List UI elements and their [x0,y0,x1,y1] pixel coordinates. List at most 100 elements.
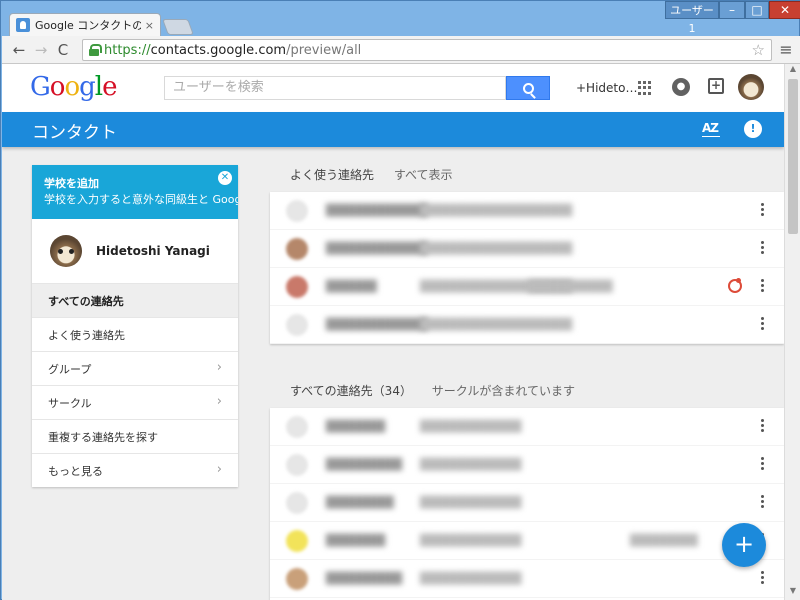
chevron-right-icon: › [216,394,222,409]
list-item[interactable]: ███████ ████████████ [270,408,784,446]
redacted-name: ██████ [326,280,377,293]
logo-letter: e [102,72,117,102]
notifications-icon[interactable]: ● [672,78,690,96]
url-path: /preview/all [286,42,362,58]
close-window-button[interactable]: ✕ [769,1,800,19]
redacted-email: ████████████ [420,572,522,585]
sidebar-item-find-duplicates[interactable]: 重複する連絡先を探す [32,419,238,453]
more-vert-icon[interactable] [756,495,768,511]
sort-az-icon[interactable]: AZ [702,121,720,137]
browser-menu-icon[interactable]: ≡ [776,39,796,61]
scroll-up-icon[interactable]: ▲ [785,64,800,78]
add-contact-button[interactable]: + [722,523,766,567]
add-school-promo[interactable]: 学校を追加 学校を入力すると意外な同級生と Google+ で会えるかも ✕ [32,165,238,219]
sidebar-item-frequent[interactable]: よく使う連絡先 [32,317,238,351]
scroll-down-icon[interactable]: ▼ [785,586,800,600]
frequent-contacts-card: ████████████ ██████████████████ ████████… [270,192,784,344]
maximize-button[interactable]: □ [745,1,769,19]
address-bar[interactable]: https:// contacts.google.com /preview/al… [82,39,772,61]
sidebar-item-groups[interactable]: グループ › [32,351,238,385]
gplus-user-link[interactable]: +Hideto… [576,81,637,95]
more-vert-icon[interactable] [756,457,768,473]
circles-icon[interactable] [728,278,742,293]
google-bar: Google ユーザーを検索 +Hideto… ● + [2,64,784,112]
promo-text: 学校を入力すると意外な同級生と Google+ で会えるかも [44,193,238,206]
list-item[interactable]: ███████ ████████████ ████████ [270,522,784,560]
contact-avatar [286,530,308,552]
redacted-phone: ████████ [630,534,698,547]
show-all-link[interactable]: すべて表示 [394,168,453,182]
promo-title: 学校を追加 [44,177,99,190]
url-host: contacts.google.com [150,42,287,58]
sidebar-item-label: すべての連絡先 [48,294,124,308]
avatar [50,235,82,267]
sidebar: 学校を追加 学校を入力すると意外な同級生と Google+ で会えるかも ✕ H… [32,165,238,487]
search-button[interactable] [506,76,550,100]
sidebar-item-label: よく使う連絡先 [48,328,125,342]
redacted-email: ██████████████████ [420,318,573,331]
browser-tab[interactable]: Google コンタクトのプレビュー × [9,13,161,36]
logo-letter: g [79,72,96,102]
sidebar-item-label: もっと見る [48,464,103,478]
sidebar-item-more[interactable]: もっと見る › [32,453,238,487]
contact-avatar [286,238,308,260]
chevron-right-icon: › [216,360,222,375]
redacted-email: ████████████ [420,420,522,433]
redacted-name: ████████████ [326,318,428,331]
list-item[interactable]: ████████████ ██████████████████ [270,306,784,344]
sidebar-item-circles[interactable]: サークル › [32,385,238,419]
back-icon[interactable]: ← [8,39,30,61]
apps-grid-icon[interactable] [638,81,652,95]
scroll-thumb[interactable] [788,79,798,234]
search-input[interactable]: ユーザーを検索 [164,76,506,100]
google-logo[interactable]: Google [30,72,117,102]
page-content: Google ユーザーを検索 +Hideto… ● + コンタクト AZ ! 学… [2,64,784,600]
profile-user-badge[interactable]: ユーザー 1 [665,1,719,35]
browser-toolbar: ← → C https:// contacts.google.com /prev… [2,36,800,64]
list-item[interactable]: ██████ ██████████████████ ██████████ [270,268,784,306]
redacted-name: ████████████ [326,242,428,255]
circles-included-note: サークルが含まれています [431,384,576,398]
minimize-button[interactable]: – [719,1,745,19]
logo-letter: G [30,72,51,102]
logo-letter: o [64,72,80,102]
sidebar-item-all-contacts[interactable]: すべての連絡先 [32,283,238,317]
feedback-icon[interactable]: ! [744,120,762,138]
forward-icon[interactable]: → [30,39,52,61]
list-item[interactable]: ████████████ ██████████████████ [270,230,784,268]
frequent-section-header: よく使う連絡先 すべて表示 [290,166,453,183]
contacts-favicon-icon [16,18,30,32]
account-avatar[interactable] [738,74,764,100]
more-vert-icon[interactable] [756,419,768,435]
close-icon[interactable]: ✕ [218,171,232,185]
redacted-email: ██████████████████ [420,204,573,217]
more-vert-icon[interactable] [756,241,768,257]
more-vert-icon[interactable] [756,571,768,587]
profile-card[interactable]: Hidetoshi Yanagi [32,219,238,283]
list-item[interactable]: █████████ ████████████ [270,560,784,598]
list-item[interactable]: ████████ ████████████ [270,484,784,522]
contact-avatar [286,416,308,438]
redacted-email: ████████████ [420,534,522,547]
reload-icon[interactable]: C [52,39,74,61]
redacted-phone: ██████████ [528,280,613,293]
frequent-heading: よく使う連絡先 [290,168,375,182]
bookmark-star-icon[interactable]: ☆ [752,41,765,59]
all-contacts-section-header: すべての連絡先（34） サークルが含まれています [290,382,575,399]
redacted-name: █████████ [326,572,403,585]
tab-close-icon[interactable]: × [145,19,154,32]
list-item[interactable]: █████████ ████████████ [270,446,784,484]
redacted-name: █████████ [326,458,403,471]
sidebar-nav: すべての連絡先 よく使う連絡先 グループ › サークル › 重複する連絡先を探す [32,283,238,487]
more-vert-icon[interactable] [756,317,768,333]
page-scrollbar[interactable]: ▲ ▼ [784,64,800,600]
share-plus-icon[interactable]: + [708,78,724,94]
logo-letter: l [94,72,103,102]
more-vert-icon[interactable] [756,279,768,295]
contact-avatar [286,568,308,590]
title-bar: Google コンタクトのプレビュー × ユーザー 1 – □ ✕ [1,1,800,36]
new-tab-button[interactable] [162,19,194,35]
more-vert-icon[interactable] [756,203,768,219]
list-item[interactable]: ████████████ ██████████████████ [270,192,784,230]
contact-avatar [286,314,308,336]
